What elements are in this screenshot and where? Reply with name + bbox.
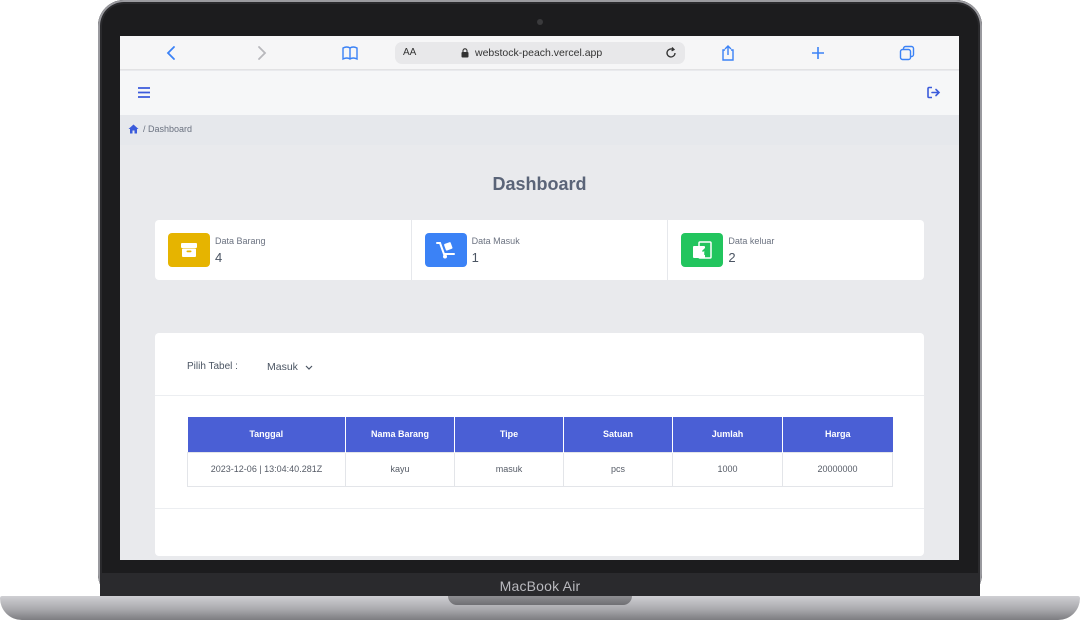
stat-label: Data keluar — [728, 236, 775, 246]
stat-icon-box — [168, 233, 210, 267]
cell-satuan: pcs — [563, 451, 673, 487]
chevron-down-icon — [305, 365, 313, 370]
home-icon[interactable] — [128, 124, 139, 134]
breadcrumb-bar: / Dashboard — [120, 115, 959, 145]
stat-icon-dispatch — [681, 233, 724, 267]
new-tab-icon[interactable] — [809, 44, 827, 62]
stat-value: 1 — [471, 250, 479, 265]
lock-icon — [461, 48, 469, 58]
dispatch-box-icon — [693, 241, 713, 259]
column-header-harga[interactable]: Harga — [782, 417, 893, 452]
stat-label: Data Masuk — [471, 236, 520, 246]
column-header-jumlah[interactable]: Jumlah — [672, 417, 783, 452]
table-row[interactable]: 2023-12-06 | 13:04:40.281Z kayu masuk pc… — [187, 451, 893, 487]
text-size-button[interactable]: AA — [403, 47, 416, 58]
stat-icon-dolly — [424, 233, 467, 267]
stats-row: Data Barang 4 Data Masuk 1 Data keluar 2 — [155, 220, 924, 280]
divider — [155, 395, 924, 396]
back-icon[interactable] — [163, 44, 181, 62]
column-header-tipe[interactable]: Tipe — [454, 417, 564, 452]
tabs-icon[interactable] — [898, 44, 916, 62]
stat-value: 4 — [215, 250, 223, 265]
reload-icon[interactable] — [663, 45, 679, 61]
cell-jumlah: 1000 — [672, 451, 783, 487]
dolly-icon — [435, 242, 455, 259]
stat-card-data-barang[interactable]: Data Barang 4 — [155, 220, 412, 280]
stat-card-data-keluar[interactable]: Data keluar 2 — [668, 220, 924, 280]
bookmarks-icon[interactable] — [341, 44, 359, 62]
divider — [155, 508, 924, 509]
table-select-value: Masuk — [267, 361, 298, 373]
breadcrumb: / Dashboard — [128, 124, 192, 134]
cell-nama-barang: kayu — [345, 451, 455, 487]
column-header-nama-barang[interactable]: Nama Barang — [345, 417, 455, 452]
device-label: MacBook Air — [499, 578, 581, 594]
table-card: Pilih Tabel : Masuk Tanggal Nama Barang … — [155, 333, 924, 556]
stat-card-data-masuk[interactable]: Data Masuk 1 — [412, 220, 669, 280]
table-header-row: Tanggal Nama Barang Tipe Satuan Jumlah H… — [187, 417, 893, 452]
box-icon — [181, 243, 197, 257]
stat-value: 2 — [728, 250, 736, 265]
browser-toolbar: AA webstock-peach.vercel.app — [120, 36, 959, 70]
column-header-satuan[interactable]: Satuan — [563, 417, 673, 452]
url-text: webstock-peach.vercel.app — [475, 47, 603, 59]
cell-tanggal: 2023-12-06 | 13:04:40.281Z — [187, 451, 346, 487]
cell-harga: 20000000 — [782, 451, 893, 487]
table-select-label: Pilih Tabel : — [187, 361, 238, 372]
data-table: Tanggal Nama Barang Tipe Satuan Jumlah H… — [187, 417, 893, 487]
menu-icon[interactable] — [138, 87, 150, 98]
logout-icon[interactable] — [927, 86, 941, 99]
share-icon[interactable] — [719, 44, 737, 62]
screen: AA webstock-peach.vercel.app / Dashboard… — [120, 36, 959, 560]
address-bar[interactable]: AA webstock-peach.vercel.app — [395, 42, 685, 64]
stat-label: Data Barang — [215, 236, 266, 246]
column-header-tanggal[interactable]: Tanggal — [187, 417, 346, 452]
camera — [537, 19, 543, 25]
breadcrumb-current: / Dashboard — [143, 124, 193, 134]
forward-icon[interactable] — [252, 44, 270, 62]
app-header — [120, 71, 959, 115]
cell-tipe: masuk — [454, 451, 564, 487]
page-title: Dashboard — [492, 174, 587, 194]
laptop-notch — [448, 596, 632, 605]
table-select[interactable]: Masuk — [267, 361, 313, 373]
